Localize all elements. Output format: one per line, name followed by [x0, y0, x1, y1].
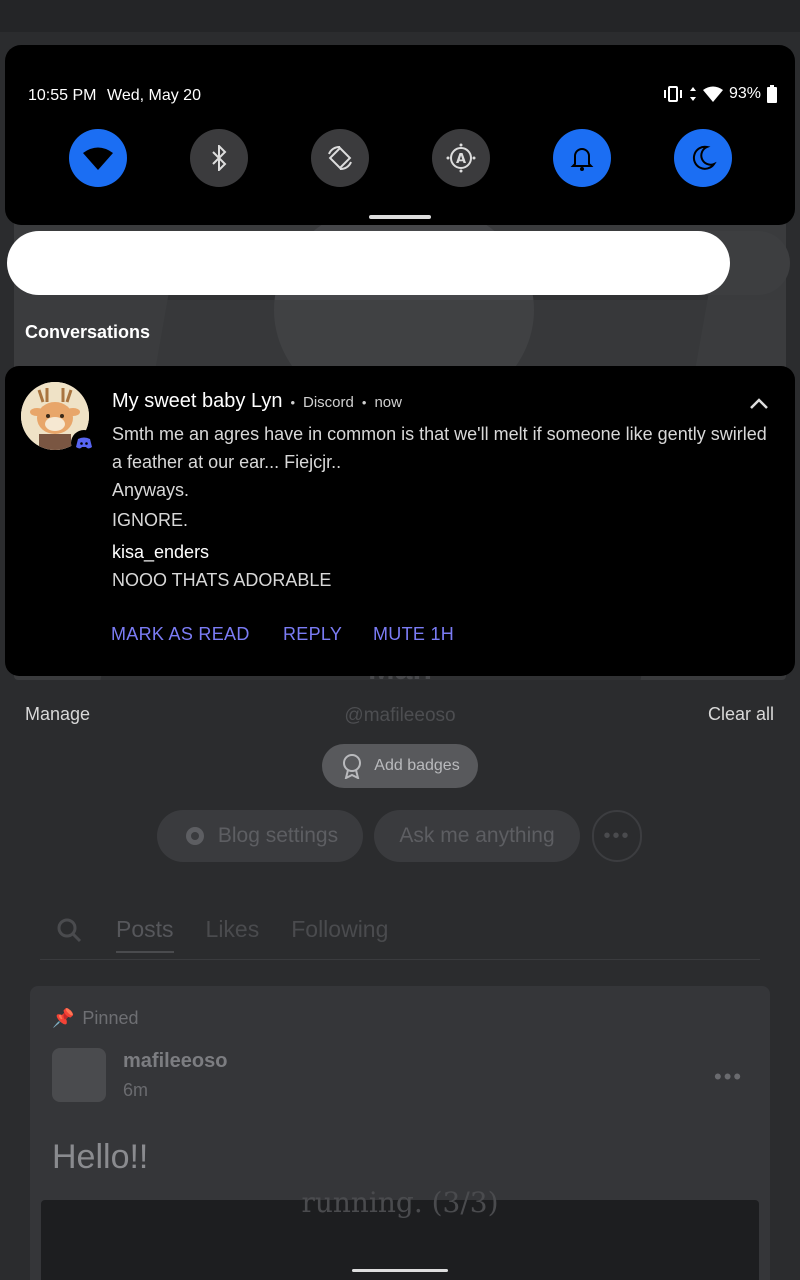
more-dots-icon: •••: [603, 824, 631, 847]
data-arrows-icon: [689, 87, 696, 101]
blog-handle: @mafileeoso: [344, 705, 456, 726]
message-text: Smth me an agres have in common is that …: [112, 424, 767, 472]
message-text: Anyways.: [112, 480, 190, 500]
separator-dot: •: [361, 395, 367, 410]
discord-notification[interactable]: My sweet baby Lyn • Discord • now Smth m…: [5, 366, 795, 676]
panel-drag-handle[interactable]: [369, 215, 431, 219]
moon-icon: [692, 145, 717, 170]
separator-dot: •: [290, 395, 296, 410]
sender-name: My sweet baby Lyn: [112, 390, 283, 412]
reply-message: NOOO THATS ADORABLE: [112, 570, 332, 590]
post-author[interactable]: mafileeoso: [123, 1050, 227, 1073]
home-gesture-bar[interactable]: [352, 1269, 448, 1272]
clear-all-button[interactable]: Clear all: [708, 704, 774, 725]
post-author-avatar[interactable]: [52, 1048, 106, 1102]
add-badges-button[interactable]: Add badges: [322, 744, 478, 788]
message-text: IGNORE.: [112, 510, 189, 530]
status-icons: 93%: [663, 85, 777, 103]
tab-following[interactable]: Following: [291, 916, 388, 943]
notification-header: My sweet baby Lyn • Discord • now: [112, 390, 402, 413]
ask-me-anything-label: Ask me anything: [399, 824, 555, 847]
mark-as-read-button[interactable]: MARK AS READ: [111, 624, 250, 645]
pinned-post-card: 📌 Pinned mafileeoso 6m ••• Hello!! runni…: [30, 986, 770, 1280]
app-name: Discord: [303, 394, 354, 411]
post-image-text: running. (3/3): [301, 1186, 499, 1219]
battery-percent: 93%: [728, 85, 761, 102]
notifications-tile[interactable]: [553, 129, 611, 187]
bell-icon: [570, 148, 594, 171]
conversations-label: Conversations: [25, 322, 151, 342]
more-options-button[interactable]: •••: [592, 810, 642, 862]
blog-settings-button[interactable]: Blog settings: [157, 810, 363, 862]
night-mode-tile[interactable]: [674, 129, 732, 187]
discord-icon: [76, 437, 92, 449]
pin-icon: 📌: [52, 1008, 75, 1028]
pinned-indicator: 📌 Pinned: [52, 1008, 138, 1029]
auto-rotate-icon: [328, 145, 352, 171]
collapse-chevron-icon[interactable]: [747, 392, 771, 416]
svg-text:A: A: [456, 152, 466, 167]
bluetooth-icon: [212, 145, 227, 171]
mute-1h-button[interactable]: MUTE 1H: [373, 624, 454, 645]
wifi-tile[interactable]: [69, 129, 127, 187]
background-top-strip: [0, 0, 800, 32]
post-menu-icon[interactable]: •••: [714, 1064, 743, 1090]
post-time: 6m: [123, 1080, 149, 1100]
wifi-signal-icon: [702, 86, 723, 102]
wifi-icon: [83, 147, 113, 170]
search-icon[interactable]: [56, 917, 82, 943]
blog-tabs: Posts Likes Following: [40, 900, 760, 960]
tab-posts[interactable]: Posts: [116, 916, 174, 953]
discord-app-badge: [71, 430, 97, 456]
media-bar[interactable]: [7, 231, 730, 295]
clock: 10:55 PM: [28, 87, 97, 104]
quick-settings-panel: 10:55 PM Wed, May 20 93% A: [5, 45, 795, 225]
add-badges-label: Add badges: [374, 757, 460, 774]
auto-rotate-tile[interactable]: [311, 129, 369, 187]
manage-button[interactable]: Manage: [25, 704, 90, 725]
pinned-label: Pinned: [82, 1008, 139, 1028]
blog-settings-label: Blog settings: [217, 824, 339, 847]
notification-time: now: [374, 394, 402, 411]
bluetooth-tile[interactable]: [190, 129, 248, 187]
tab-likes[interactable]: Likes: [206, 916, 260, 943]
date: Wed, May 20: [107, 87, 201, 104]
auto-brightness-tile[interactable]: A: [432, 129, 490, 187]
vibrate-icon: [663, 86, 682, 102]
post-body: Hello!!: [52, 1138, 149, 1176]
reply-button[interactable]: REPLY: [283, 624, 342, 645]
gear-icon: [185, 827, 204, 845]
ask-me-anything-button[interactable]: Ask me anything: [374, 810, 580, 862]
brightness-auto-icon: A: [446, 143, 476, 173]
battery-icon: [767, 85, 777, 103]
reply-username: kisa_enders: [112, 542, 210, 562]
badge-icon: [343, 754, 362, 779]
